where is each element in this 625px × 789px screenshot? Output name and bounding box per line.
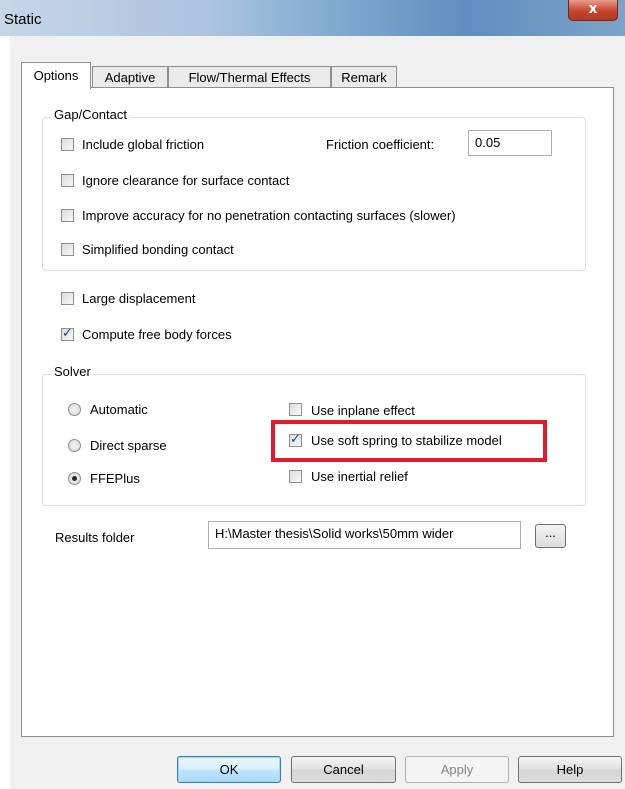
browse-button[interactable]: ... (535, 524, 566, 548)
gap-contact-title: Gap/Contact (51, 107, 130, 122)
simplified-bonding-checkbox[interactable] (61, 243, 74, 256)
apply-button[interactable]: Apply (405, 756, 509, 783)
direct-sparse-radio[interactable] (68, 439, 81, 452)
help-button[interactable]: Help (518, 756, 622, 783)
inplane-effect-checkbox[interactable] (289, 403, 302, 416)
improve-accuracy-label: Improve accuracy for no penetration cont… (82, 208, 456, 223)
ok-button[interactable]: OK (177, 756, 281, 783)
window-title: Static (4, 11, 42, 28)
cancel-button[interactable]: Cancel (291, 756, 396, 783)
free-body-forces-checkbox[interactable] (61, 326, 74, 341)
inertial-relief-checkbox[interactable] (289, 470, 302, 483)
ignore-clearance-checkbox[interactable] (61, 174, 74, 187)
simplified-bonding-label: Simplified bonding contact (82, 242, 234, 257)
inertial-relief-label: Use inertial relief (311, 469, 408, 484)
tab-adaptive[interactable]: Adaptive (92, 66, 168, 88)
tab-options[interactable]: Options (21, 62, 91, 89)
friction-coefficient-input[interactable]: 0.05 (468, 130, 552, 156)
title-bar: Static (0, 0, 625, 36)
results-folder-input[interactable]: H:\Master thesis\Solid works\50mm wider (208, 521, 521, 549)
large-displacement-checkbox[interactable] (61, 292, 74, 305)
friction-coefficient-label: Friction coefficient: (326, 137, 435, 152)
inplane-effect-label: Use inplane effect (311, 403, 415, 418)
direct-sparse-label: Direct sparse (90, 438, 167, 453)
ignore-clearance-label: Ignore clearance for surface contact (82, 173, 290, 188)
tab-remark[interactable]: Remark (331, 66, 397, 88)
ffeplus-label: FFEPlus (90, 471, 140, 486)
include-friction-checkbox[interactable] (61, 138, 74, 151)
large-displacement-label: Large displacement (82, 291, 196, 306)
include-friction-label: Include global friction (82, 137, 205, 152)
tab-flow-thermal-effects[interactable]: Flow/Thermal Effects (168, 66, 331, 88)
results-folder-label: Results folder (55, 530, 135, 545)
solver-title: Solver (51, 364, 94, 379)
highlight-box (271, 420, 547, 462)
close-button[interactable]: x (568, 0, 618, 21)
improve-accuracy-checkbox[interactable] (61, 209, 74, 222)
automatic-label: Automatic (90, 402, 148, 417)
ffeplus-radio[interactable] (68, 472, 81, 485)
automatic-radio[interactable] (68, 403, 81, 416)
free-body-forces-label: Compute free body forces (82, 327, 232, 342)
